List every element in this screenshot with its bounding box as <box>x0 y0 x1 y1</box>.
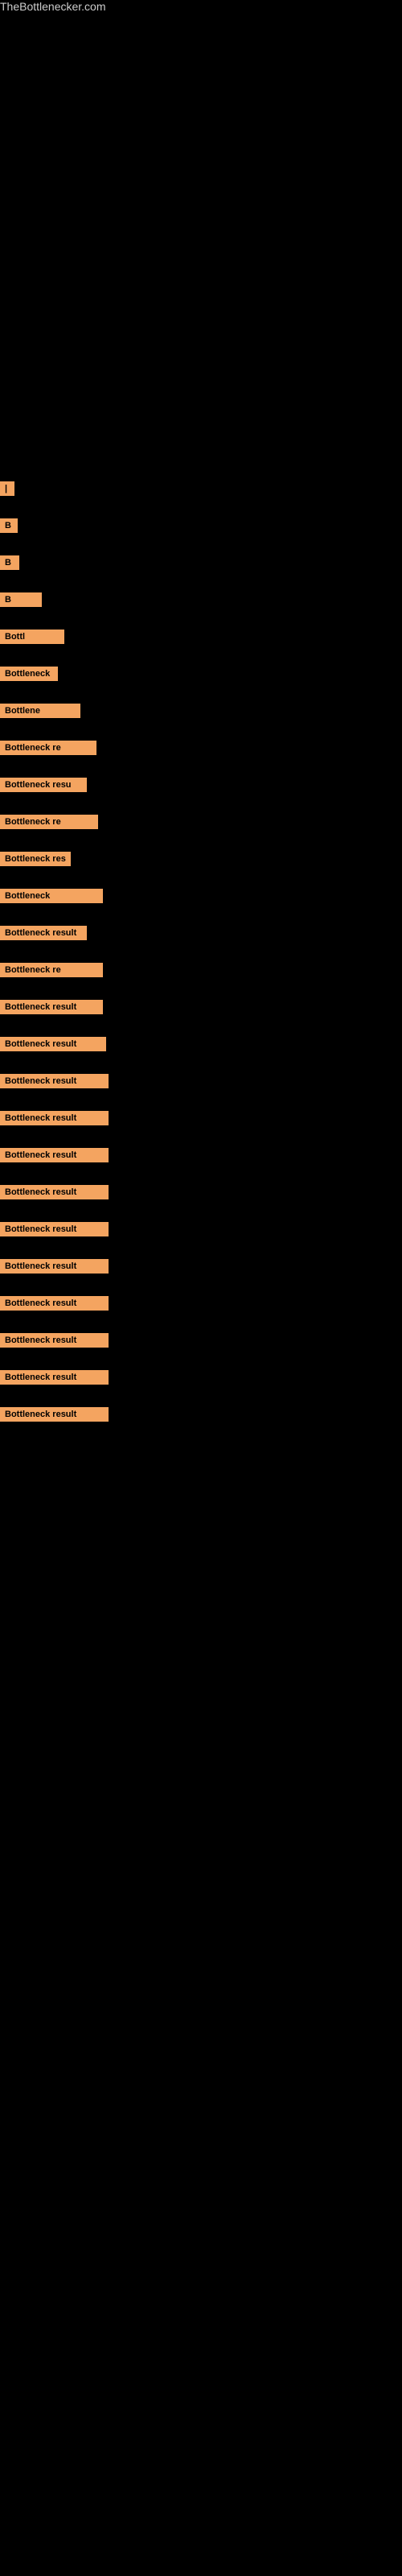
bottleneck-item-8[interactable]: Bottleneck re <box>0 741 96 755</box>
bottleneck-item-18[interactable]: Bottleneck result <box>0 1111 109 1125</box>
bottleneck-item-23[interactable]: Bottleneck result <box>0 1296 109 1311</box>
bottleneck-item-20[interactable]: Bottleneck result <box>0 1185 109 1199</box>
bottleneck-item-10[interactable]: Bottleneck re <box>0 815 98 829</box>
bottleneck-item-16[interactable]: Bottleneck result <box>0 1037 106 1051</box>
bottleneck-item-1[interactable]: | <box>0 481 14 496</box>
bottleneck-item-25[interactable]: Bottleneck result <box>0 1370 109 1385</box>
bottleneck-item-19[interactable]: Bottleneck result <box>0 1148 109 1162</box>
bottleneck-item-7[interactable]: Bottlene <box>0 704 80 718</box>
bottleneck-item-2[interactable]: B <box>0 518 18 533</box>
bottleneck-item-26[interactable]: Bottleneck result <box>0 1407 109 1422</box>
bottleneck-item-17[interactable]: Bottleneck result <box>0 1074 109 1088</box>
bottleneck-item-6[interactable]: Bottleneck <box>0 667 58 681</box>
bottleneck-item-22[interactable]: Bottleneck result <box>0 1259 109 1274</box>
bottleneck-item-24[interactable]: Bottleneck result <box>0 1333 109 1348</box>
bottleneck-item-5[interactable]: Bottl <box>0 630 64 644</box>
bottleneck-item-15[interactable]: Bottleneck result <box>0 1000 103 1014</box>
site-title: TheBottlenecker.com <box>0 0 402 14</box>
bottleneck-item-21[interactable]: Bottleneck result <box>0 1222 109 1236</box>
bottleneck-item-4[interactable]: B <box>0 592 42 607</box>
bottleneck-item-14[interactable]: Bottleneck re <box>0 963 103 977</box>
bottleneck-list: | B B B Bottl Bottleneck Bottlene Bottleneck re… <box>0 14 402 1444</box>
site-title-text: TheBottlenecker.com <box>0 0 106 19</box>
bottleneck-item-9[interactable]: Bottleneck resu <box>0 778 87 792</box>
bottleneck-item-12[interactable]: Bottleneck <box>0 889 103 903</box>
bottleneck-item-3[interactable]: B <box>0 555 19 570</box>
bottleneck-item-11[interactable]: Bottleneck res <box>0 852 71 866</box>
bottleneck-item-13[interactable]: Bottleneck result <box>0 926 87 940</box>
